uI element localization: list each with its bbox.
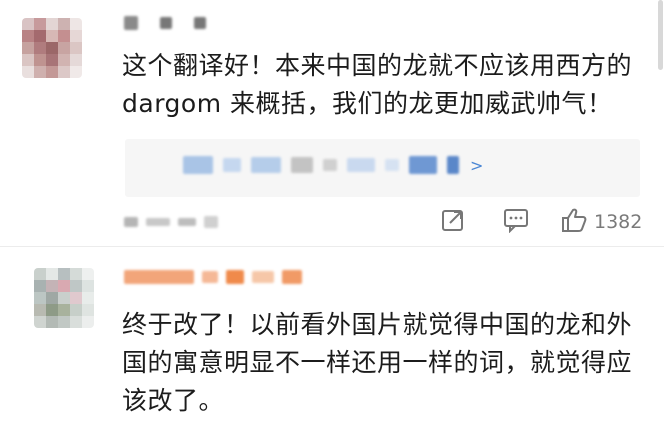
comment-item: 这个翻译好！本来中国的龙就不应该用西方的 dargom 来概括，我们的龙更加威武… [0,0,664,245]
comment-text-line: 终于改了！以前看外国片就觉得中国的龙和外 [122,310,633,339]
divider [0,246,664,247]
comment-actions: 1382 [404,206,642,238]
comment-icon[interactable] [502,207,530,237]
username[interactable] [124,270,302,284]
comment-text-line: 国的寓意明显不一样还用一样的词，就觉得应 [122,348,633,377]
quote-arrow[interactable]: > [470,156,483,175]
share-icon[interactable] [440,207,466,237]
quoted-content[interactable]: > [125,139,640,197]
comment-item: 终于改了！以前看外国片就觉得中国的龙和外 国的寓意明显不一样还用一样的词，就觉得… [0,248,664,423]
quoted-text [183,156,459,174]
comment-text-line: 这个翻译好！本来中国的龙就不应该用西方的 [122,51,633,80]
comment-text: 这个翻译好！本来中国的龙就不应该用西方的 dargom 来概括，我们的龙更加威武… [122,47,632,123]
comment-text-line: dargom 来概括，我们的龙更加威武帅气！ [122,89,613,118]
comment-meta [124,216,218,228]
avatar[interactable] [34,268,94,328]
like-icon[interactable] [560,206,588,238]
comment-text-line: 该改了。 [122,386,225,415]
comment-text: 终于改了！以前看外国片就觉得中国的龙和外 国的寓意明显不一样还用一样的词，就觉得… [122,306,632,420]
username[interactable] [124,16,206,30]
avatar[interactable] [22,18,82,78]
like-count: 1382 [594,211,643,233]
